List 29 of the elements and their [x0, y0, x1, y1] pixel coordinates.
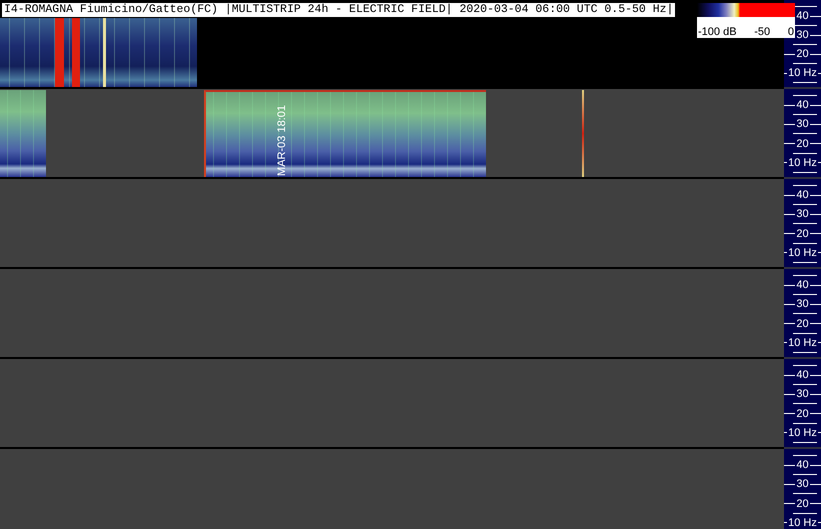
frequency-label: 30 [796, 119, 809, 130]
frequency-label: 20 [796, 138, 809, 149]
frequency-label: 10 Hz [788, 248, 817, 258]
frequency-label: 20 [796, 408, 809, 419]
frequency-label: 10 Hz [788, 338, 817, 348]
scale-label: 0 [788, 26, 794, 38]
frequency-label: 40 [796, 100, 809, 110]
scale-label: -100 dB [698, 26, 737, 38]
frequency-label: 40 [796, 370, 809, 380]
frequency-label: 20 [796, 498, 809, 509]
frequency-label: 10 Hz [788, 158, 817, 168]
frequency-label: 20 [796, 228, 809, 239]
frequency-label: 10 Hz [788, 518, 817, 528]
frequency-label: 40 [796, 280, 809, 290]
frequency-label: 30 [796, 389, 809, 400]
frequency-label: 30 [796, 209, 809, 220]
chart-title: I4-ROMAGNA Fiumicino/Gatteo(FC) |MULTISTRIP 24h - ELECTRIC FIELD| 2020-03-04 06:00 UTC 0.5-50 Hz| [2, 3, 676, 17]
frequency-label: 10 Hz [788, 428, 817, 438]
frequency-label: 30 [796, 30, 809, 40]
frequency-label: 40 [796, 11, 809, 21]
frequency-label: 40 [796, 460, 809, 470]
time-label: MAR-03 18:01 [276, 105, 288, 176]
frequency-label: 30 [796, 299, 809, 310]
frequency-label: 10 Hz [788, 68, 817, 78]
scale-label: -50 [754, 26, 770, 38]
frequency-label: 40 [796, 190, 809, 200]
frequency-label: 20 [796, 318, 809, 329]
frequency-label: 20 [796, 49, 809, 59]
frequency-label: 30 [796, 479, 809, 490]
